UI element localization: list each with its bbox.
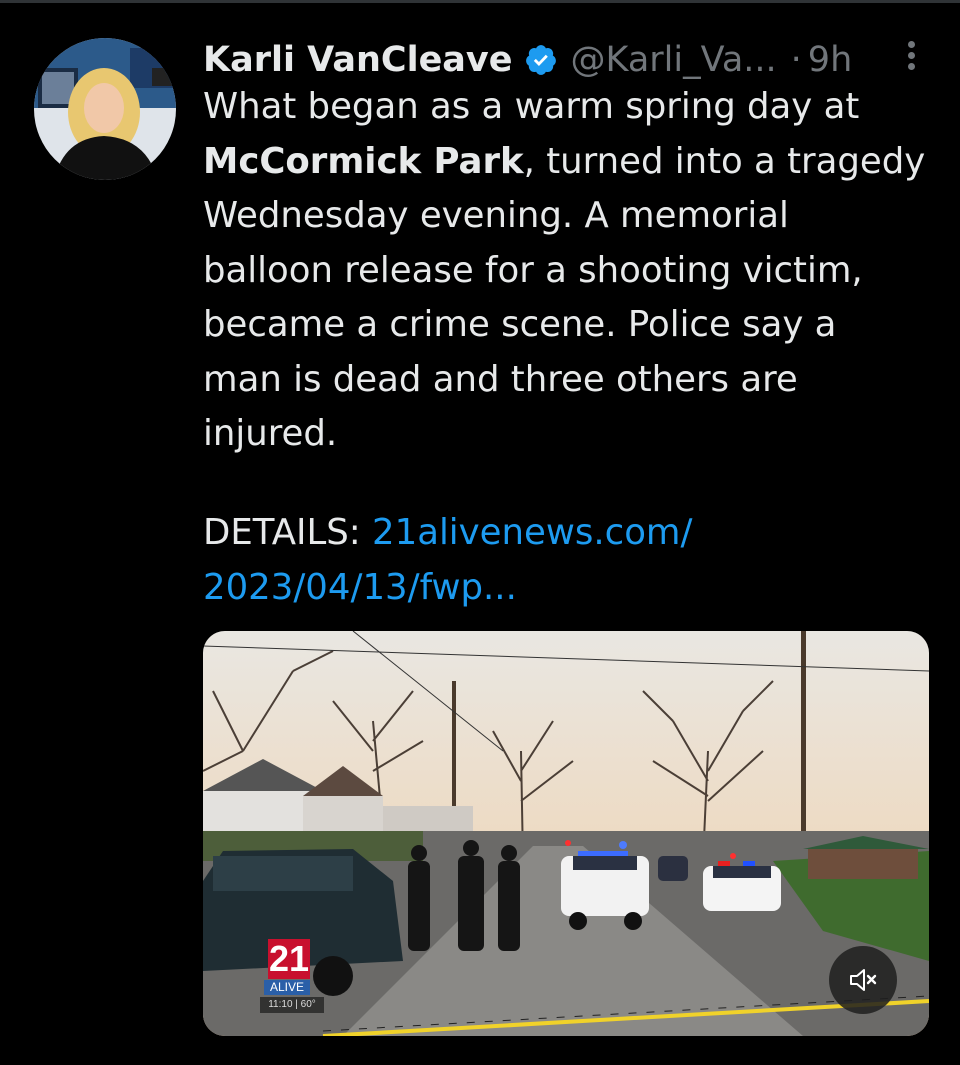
video-thumbnail[interactable]: 21 ALIVE 11:10 | 60° [203, 631, 929, 1036]
verified-badge-icon [526, 45, 557, 75]
mention-location: McCormick Park [203, 140, 524, 182]
top-divider [0, 0, 960, 3]
tweet-line: Wednesday evening. A memorial [203, 195, 789, 236]
tweet-line: became a crime scene. Police say a [203, 304, 837, 345]
mute-button[interactable] [829, 946, 897, 1014]
article-link[interactable]: 21alivenews.com/ [372, 512, 692, 553]
tweet-line: injured. [203, 413, 338, 454]
time-temperature: 11:10 | 60° [260, 997, 324, 1013]
tweet-line: What began as a warm spring day at [203, 86, 860, 127]
article-link-continued[interactable]: 2023/04/13/fwp... [203, 567, 517, 608]
avatar[interactable] [34, 38, 176, 180]
station-name: ALIVE [264, 980, 310, 995]
station-logo: 21 ALIVE 11:10 | 60° [260, 938, 324, 1013]
details-label: DETAILS: [203, 512, 373, 553]
tweet-header: Karli VanCleave @Karli_Va... · 9h [203, 36, 943, 84]
tweet-line: McCormick Park, turned into a tragedy [203, 135, 943, 190]
tweet-line: man is dead and three others are [203, 358, 798, 400]
separator-dot: · [790, 40, 802, 80]
tweet-line: balloon release for a shooting victim, [203, 249, 863, 291]
details-section: DETAILS: 21alivenews.com/ 2023/04/13/fwp… [203, 506, 943, 615]
avatar-image [34, 38, 176, 180]
timestamp[interactable]: 9h [808, 40, 852, 80]
speaker-muted-icon [850, 969, 877, 991]
station-number: 21 [268, 938, 310, 979]
author-name[interactable]: Karli VanCleave [203, 40, 512, 80]
tweet-text-fragment: , turned into a tragedy [523, 140, 926, 182]
author-handle[interactable]: @Karli_Va... [570, 40, 776, 80]
more-options-icon[interactable] [906, 38, 916, 74]
tweet-text: What began as a warm spring day at McCor… [203, 80, 943, 462]
